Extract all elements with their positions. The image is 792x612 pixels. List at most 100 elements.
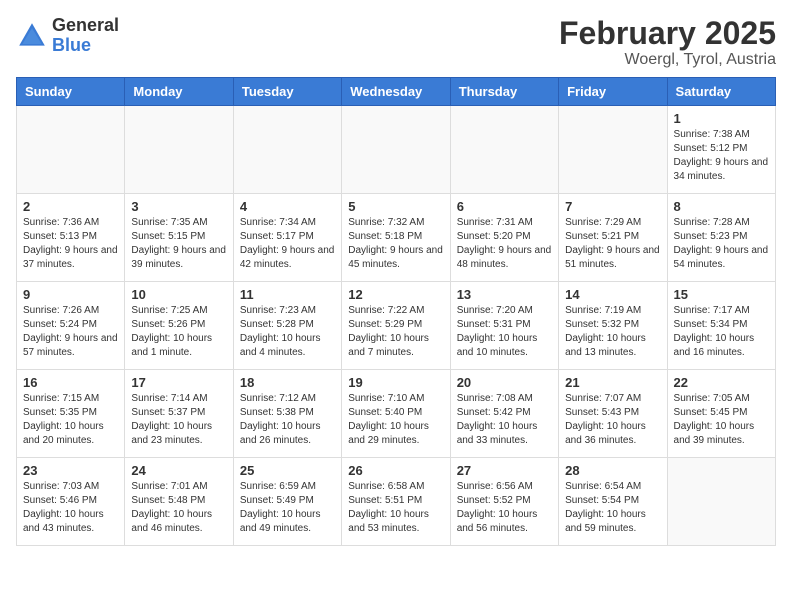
calendar-day-cell: 27 Sunrise: 6:56 AM Sunset: 5:52 PM Dayli… <box>450 458 558 546</box>
day-number: 24 <box>131 463 226 478</box>
calendar-day-cell: 26 Sunrise: 6:58 AM Sunset: 5:51 PM Dayli… <box>342 458 450 546</box>
day-info: Sunrise: 7:29 AM Sunset: 5:21 PM Dayligh… <box>565 216 660 272</box>
day-info: Sunrise: 7:17 AM Sunset: 5:34 PM Dayligh… <box>674 304 769 360</box>
weekday-header-friday: Friday <box>559 78 667 106</box>
calendar-day-cell <box>125 106 233 194</box>
day-info: Sunrise: 7:14 AM Sunset: 5:37 PM Dayligh… <box>131 392 226 448</box>
calendar-week-row: 16Sunrise: 7:15 AM Sunset: 5:35 PM Dayli… <box>17 370 776 458</box>
day-info: Sunrise: 7:10 AM Sunset: 5:40 PM Dayligh… <box>348 392 443 448</box>
day-info: Sunrise: 7:03 AM Sunset: 5:46 PM Dayligh… <box>23 480 118 536</box>
day-number: 9 <box>23 287 118 302</box>
calendar-day-cell: 7 Sunrise: 7:29 AM Sunset: 5:21 PM Daylig… <box>559 194 667 282</box>
calendar-week-row: 1 Sunrise: 7:38 AM Sunset: 5:12 PM Daylig… <box>17 106 776 194</box>
day-number: 10 <box>131 287 226 302</box>
day-info: Sunrise: 7:31 AM Sunset: 5:20 PM Dayligh… <box>457 216 552 272</box>
calendar-table: SundayMondayTuesdayWednesdayThursdayFrid… <box>16 77 776 546</box>
month-year-title: February 2025 <box>559 16 776 51</box>
weekday-header-saturday: Saturday <box>667 78 775 106</box>
day-number: 20 <box>457 375 552 390</box>
day-number: 22 <box>674 375 769 390</box>
day-info: Sunrise: 7:19 AM Sunset: 5:32 PM Dayligh… <box>565 304 660 360</box>
day-number: 13 <box>457 287 552 302</box>
day-number: 12 <box>348 287 443 302</box>
day-info: Sunrise: 6:59 AM Sunset: 5:49 PM Dayligh… <box>240 480 335 536</box>
day-number: 4 <box>240 199 335 214</box>
day-info: Sunrise: 6:58 AM Sunset: 5:51 PM Dayligh… <box>348 480 443 536</box>
day-info: Sunrise: 7:36 AM Sunset: 5:13 PM Dayligh… <box>23 216 118 272</box>
day-number: 8 <box>674 199 769 214</box>
calendar-day-cell: 16Sunrise: 7:15 AM Sunset: 5:35 PM Dayli… <box>17 370 125 458</box>
day-info: Sunrise: 7:34 AM Sunset: 5:17 PM Dayligh… <box>240 216 335 272</box>
calendar-day-cell <box>667 458 775 546</box>
day-info: Sunrise: 7:01 AM Sunset: 5:48 PM Dayligh… <box>131 480 226 536</box>
day-info: Sunrise: 7:15 AM Sunset: 5:35 PM Dayligh… <box>23 392 118 448</box>
calendar-day-cell: 21Sunrise: 7:07 AM Sunset: 5:43 PM Dayli… <box>559 370 667 458</box>
day-number: 3 <box>131 199 226 214</box>
calendar-day-cell: 12Sunrise: 7:22 AM Sunset: 5:29 PM Dayli… <box>342 282 450 370</box>
calendar-day-cell: 17 Sunrise: 7:14 AM Sunset: 5:37 PM Dayli… <box>125 370 233 458</box>
calendar-day-cell <box>233 106 341 194</box>
day-info: Sunrise: 7:20 AM Sunset: 5:31 PM Dayligh… <box>457 304 552 360</box>
calendar-day-cell <box>559 106 667 194</box>
calendar-day-cell: 28Sunrise: 6:54 AM Sunset: 5:54 PM Dayli… <box>559 458 667 546</box>
day-info: Sunrise: 7:08 AM Sunset: 5:42 PM Dayligh… <box>457 392 552 448</box>
calendar-day-cell: 18 Sunrise: 7:12 AM Sunset: 5:38 PM Dayli… <box>233 370 341 458</box>
calendar-day-cell: 6 Sunrise: 7:31 AM Sunset: 5:20 PM Daylig… <box>450 194 558 282</box>
calendar-day-cell: 24 Sunrise: 7:01 AM Sunset: 5:48 PM Dayli… <box>125 458 233 546</box>
calendar-day-cell: 14 Sunrise: 7:19 AM Sunset: 5:32 PM Dayli… <box>559 282 667 370</box>
day-info: Sunrise: 7:35 AM Sunset: 5:15 PM Dayligh… <box>131 216 226 272</box>
logo-blue-text: Blue <box>52 35 91 55</box>
day-info: Sunrise: 7:32 AM Sunset: 5:18 PM Dayligh… <box>348 216 443 272</box>
calendar-week-row: 2Sunrise: 7:36 AM Sunset: 5:13 PM Daylig… <box>17 194 776 282</box>
calendar-day-cell: 8Sunrise: 7:28 AM Sunset: 5:23 PM Daylig… <box>667 194 775 282</box>
calendar-day-cell <box>17 106 125 194</box>
calendar-day-cell: 5 Sunrise: 7:32 AM Sunset: 5:18 PM Daylig… <box>342 194 450 282</box>
day-number: 14 <box>565 287 660 302</box>
logo: General Blue <box>16 16 119 56</box>
day-number: 25 <box>240 463 335 478</box>
calendar-day-cell <box>342 106 450 194</box>
calendar-day-cell: 20 Sunrise: 7:08 AM Sunset: 5:42 PM Dayli… <box>450 370 558 458</box>
day-number: 5 <box>348 199 443 214</box>
calendar-day-cell: 25 Sunrise: 6:59 AM Sunset: 5:49 PM Dayli… <box>233 458 341 546</box>
day-number: 23 <box>23 463 118 478</box>
day-info: Sunrise: 7:38 AM Sunset: 5:12 PM Dayligh… <box>674 128 769 184</box>
day-number: 11 <box>240 287 335 302</box>
weekday-header-monday: Monday <box>125 78 233 106</box>
calendar-day-cell: 1 Sunrise: 7:38 AM Sunset: 5:12 PM Daylig… <box>667 106 775 194</box>
calendar-day-cell: 15 Sunrise: 7:17 AM Sunset: 5:34 PM Dayli… <box>667 282 775 370</box>
title-block: February 2025 Woergl, Tyrol, Austria <box>559 16 776 69</box>
logo-general-text: General <box>52 15 119 35</box>
day-info: Sunrise: 7:23 AM Sunset: 5:28 PM Dayligh… <box>240 304 335 360</box>
weekday-header-sunday: Sunday <box>17 78 125 106</box>
day-info: Sunrise: 7:05 AM Sunset: 5:45 PM Dayligh… <box>674 392 769 448</box>
day-number: 18 <box>240 375 335 390</box>
calendar-day-cell <box>450 106 558 194</box>
day-number: 27 <box>457 463 552 478</box>
day-number: 26 <box>348 463 443 478</box>
calendar-day-cell: 22 Sunrise: 7:05 AM Sunset: 5:45 PM Dayli… <box>667 370 775 458</box>
day-info: Sunrise: 6:54 AM Sunset: 5:54 PM Dayligh… <box>565 480 660 536</box>
weekday-header-thursday: Thursday <box>450 78 558 106</box>
calendar-day-cell: 9 Sunrise: 7:26 AM Sunset: 5:24 PM Daylig… <box>17 282 125 370</box>
day-info: Sunrise: 7:25 AM Sunset: 5:26 PM Dayligh… <box>131 304 226 360</box>
day-info: Sunrise: 7:07 AM Sunset: 5:43 PM Dayligh… <box>565 392 660 448</box>
day-info: Sunrise: 6:56 AM Sunset: 5:52 PM Dayligh… <box>457 480 552 536</box>
day-number: 17 <box>131 375 226 390</box>
location-subtitle: Woergl, Tyrol, Austria <box>559 51 776 69</box>
calendar-day-cell: 3 Sunrise: 7:35 AM Sunset: 5:15 PM Daylig… <box>125 194 233 282</box>
day-number: 15 <box>674 287 769 302</box>
weekday-header-row: SundayMondayTuesdayWednesdayThursdayFrid… <box>17 78 776 106</box>
weekday-header-wednesday: Wednesday <box>342 78 450 106</box>
day-number: 1 <box>674 111 769 126</box>
calendar-day-cell: 11 Sunrise: 7:23 AM Sunset: 5:28 PM Dayli… <box>233 282 341 370</box>
day-info: Sunrise: 7:12 AM Sunset: 5:38 PM Dayligh… <box>240 392 335 448</box>
day-info: Sunrise: 7:26 AM Sunset: 5:24 PM Dayligh… <box>23 304 118 360</box>
day-number: 6 <box>457 199 552 214</box>
day-number: 19 <box>348 375 443 390</box>
calendar-day-cell: 23 Sunrise: 7:03 AM Sunset: 5:46 PM Dayli… <box>17 458 125 546</box>
logo-icon <box>16 20 48 52</box>
weekday-header-tuesday: Tuesday <box>233 78 341 106</box>
calendar-week-row: 9 Sunrise: 7:26 AM Sunset: 5:24 PM Daylig… <box>17 282 776 370</box>
day-number: 7 <box>565 199 660 214</box>
